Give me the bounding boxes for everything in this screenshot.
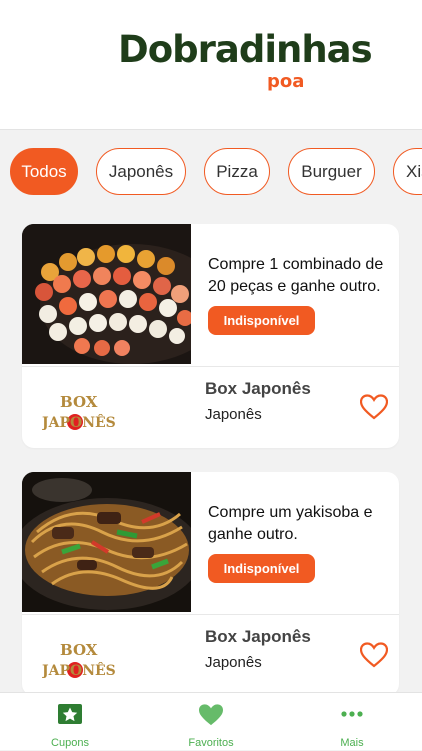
store-name: Box Japonês bbox=[205, 627, 311, 646]
category-chip-japones[interactable]: Japonês bbox=[96, 148, 186, 195]
coupon-offer-text: Compre um yakisoba e ganhe outro. bbox=[208, 504, 373, 543]
app-header: Dobradinhas poa bbox=[0, 0, 422, 130]
tab-favoritos[interactable]: Favoritos bbox=[141, 693, 281, 751]
app-logo-title: Dobradinhas bbox=[118, 28, 373, 71]
tab-label-cupons: Cupons bbox=[51, 737, 89, 749]
store-logo-top-text: BOX bbox=[60, 641, 98, 659]
store-logo: BOX JAPONÊS bbox=[40, 390, 118, 432]
unavailable-badge: Indisponível bbox=[208, 306, 315, 335]
coupon-offer-text: Compre 1 combinado de 20 peças e ganhe o… bbox=[208, 256, 384, 295]
favorite-heart-icon[interactable] bbox=[360, 394, 388, 420]
tab-label-favoritos: Favoritos bbox=[188, 737, 234, 749]
category-chip-todos[interactable]: Todos bbox=[10, 148, 78, 195]
favorite-heart-icon[interactable] bbox=[360, 642, 388, 668]
card-divider bbox=[22, 366, 399, 367]
unavailable-badge: Indisponível bbox=[208, 554, 315, 583]
store-logo-top-text: BOX bbox=[60, 393, 98, 411]
tab-label-mais: Mais bbox=[340, 737, 364, 749]
coupon-card[interactable]: Compre um yakisoba e ganhe outro. Indisp… bbox=[22, 472, 399, 696]
category-chip-pizza[interactable]: Pizza bbox=[204, 148, 270, 195]
coupon-star-icon bbox=[58, 704, 82, 724]
category-chip-burguer[interactable]: Burguer bbox=[288, 148, 375, 195]
store-logo: BOX JAPONÊS bbox=[40, 638, 118, 680]
tab-mais[interactable]: Mais bbox=[282, 693, 422, 751]
category-chip-xis[interactable]: Xis bbox=[393, 148, 422, 195]
store-name: Box Japonês bbox=[205, 379, 311, 398]
more-dots-icon bbox=[341, 711, 363, 717]
store-category: Japonês bbox=[205, 406, 262, 423]
favorites-heart-icon bbox=[199, 704, 223, 726]
store-logo-bottom-text: JAPONÊS bbox=[42, 661, 116, 679]
store-logo-bottom-text: JAPONÊS bbox=[42, 413, 116, 431]
sushi-platter-image bbox=[22, 224, 191, 364]
card-divider bbox=[22, 614, 399, 615]
yakisoba-dish-image bbox=[22, 472, 191, 612]
store-category: Japonês bbox=[205, 654, 262, 671]
coupon-card[interactable]: Compre 1 combinado de 20 peças e ganhe o… bbox=[22, 224, 399, 448]
bottom-tab-bar: Cupons Favoritos Mais bbox=[0, 692, 422, 750]
app-logo-subtitle: poa bbox=[267, 71, 305, 92]
tab-cupons[interactable]: Cupons bbox=[0, 693, 140, 751]
category-filter-bar: Todos Japonês Pizza Burguer Xis bbox=[0, 131, 422, 213]
